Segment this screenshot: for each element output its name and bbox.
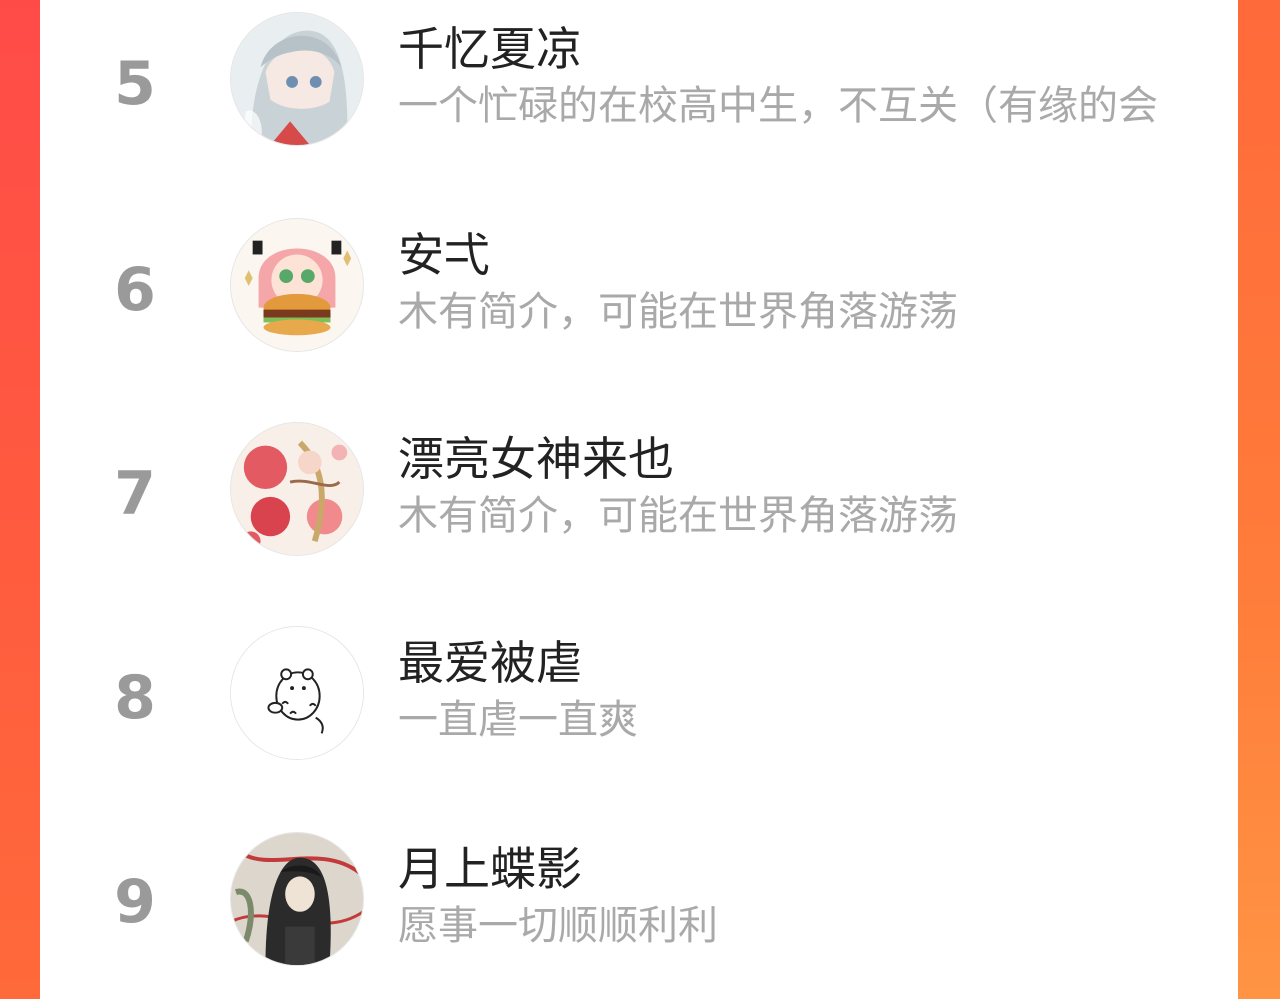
user-name: 月上蝶影 (398, 842, 582, 896)
background-right-edge (1238, 0, 1280, 999)
user-bio: 木有简介，可能在世界角落游荡 (398, 290, 958, 334)
user-bio: 愿事一切顺顺利利 (398, 904, 718, 948)
rank-number: 8 (114, 663, 156, 733)
list-item-rank-8[interactable]: 8 最爱被虐 一直虐一直爽 (40, 620, 1238, 770)
user-bio: 一个忙碌的在校高中生，不互关（有缘的会 (398, 84, 1158, 128)
list-item-rank-5[interactable]: 5 千忆夏凉 一个忙碌的在校高中生，不互关（有缘的会 (40, 6, 1238, 156)
rank-number: 6 (114, 255, 156, 325)
background-left-edge (0, 0, 40, 999)
user-name: 千忆夏凉 (398, 22, 582, 76)
user-name: 漂亮女神来也 (398, 432, 674, 486)
user-avatar[interactable] (230, 832, 364, 966)
list-item-rank-7[interactable]: 7 漂亮女神来也 木有简介，可能在世界角落游荡 (40, 416, 1238, 566)
ranking-list-card: 5 千忆夏凉 一个忙碌的在校高中生，不互关（有缘的会 6 安弌 木有简介，可能在… (40, 0, 1238, 999)
rank-number: 5 (114, 49, 156, 119)
list-item-rank-6[interactable]: 6 安弌 木有简介，可能在世界角落游荡 (40, 212, 1238, 362)
pink-hair-girl-burger-avatar-image (231, 219, 363, 351)
user-avatar[interactable] (230, 12, 364, 146)
rank-number: 7 (114, 459, 156, 529)
user-avatar[interactable] (230, 422, 364, 556)
user-bio: 一直虐一直爽 (398, 698, 638, 742)
dark-hair-character-avatar-image (231, 833, 363, 965)
floral-art-avatar-image (231, 423, 363, 555)
list-item-rank-9[interactable]: 9 月上蝶影 愿事一切顺顺利利 (40, 826, 1238, 976)
user-name: 安弌 (398, 228, 490, 282)
user-name: 最爱被虐 (398, 636, 582, 690)
user-bio: 木有简介，可能在世界角落游荡 (398, 494, 958, 538)
cartoon-tiger-avatar-image (231, 627, 363, 759)
anime-girl-avatar-image (231, 13, 363, 145)
rank-number: 9 (114, 867, 156, 937)
user-avatar[interactable] (230, 218, 364, 352)
user-avatar[interactable] (230, 626, 364, 760)
